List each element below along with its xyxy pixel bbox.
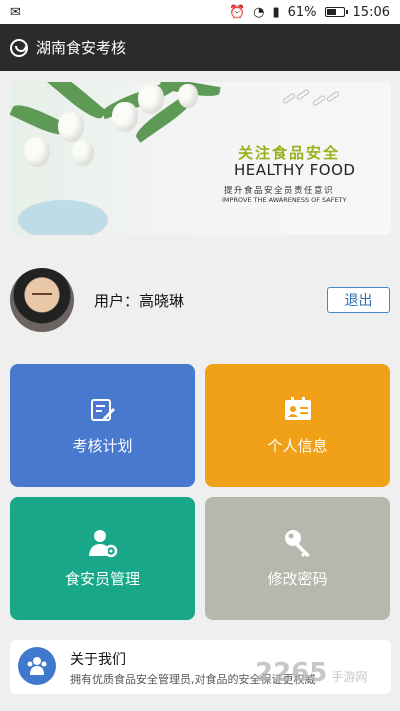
status-bar: ✉ ⏰ ◔ ▮ 61% 15:06 xyxy=(0,0,400,24)
tile-label: 个人信息 xyxy=(267,437,328,455)
tile-staff-management[interactable]: 食安员管理 xyxy=(10,497,195,620)
user-gear-icon xyxy=(88,528,118,558)
banner-subline-cn: 提升食品安全员责任意识 xyxy=(224,186,335,196)
clipboard-edit-icon xyxy=(88,395,118,425)
status-bar-right: ⏰ ◔ ▮ 61% 15:06 xyxy=(229,5,390,20)
battery-percent: 61% xyxy=(287,4,317,20)
banner-image[interactable]: 关注食品安全 HEALTHY FOOD 提升食品安全员责任意识 IMPROVE … xyxy=(10,82,391,235)
app-title: 湖南食安考核 xyxy=(36,39,127,57)
watermark-suffix: 手游网 xyxy=(331,670,368,684)
tulip-decoration xyxy=(112,102,138,132)
tile-label: 食安员管理 xyxy=(64,570,140,588)
tile-exam-plan[interactable]: 考核计划 xyxy=(10,364,195,487)
watermark-logo: 2265 手游网 xyxy=(255,658,367,688)
user-name: 用户：高晓琳 xyxy=(94,292,185,310)
paperclip-icon xyxy=(325,90,341,103)
tulip-decoration xyxy=(178,84,198,108)
about-users-icon xyxy=(18,647,56,685)
avatar xyxy=(10,268,74,332)
tile-label: 考核计划 xyxy=(72,437,133,455)
banner-subline-en: IMPROVE THE AWARENESS OF SAFETY xyxy=(222,196,347,204)
banner-headline-cn: 关注食品安全 xyxy=(238,144,341,162)
watermark-number: 2265 xyxy=(255,658,328,688)
clock: 15:06 xyxy=(352,4,390,20)
tile-label: 修改密码 xyxy=(267,570,328,588)
paperclip-icon xyxy=(281,92,297,105)
glasses-decoration xyxy=(32,293,52,299)
tile-personal-info[interactable]: 个人信息 xyxy=(205,364,390,487)
about-title: 关于我们 xyxy=(70,652,126,668)
battery-fill xyxy=(326,9,336,15)
tulip-decoration xyxy=(138,84,164,114)
tulip-decoration xyxy=(72,140,94,166)
id-card-icon xyxy=(283,395,313,425)
tile-change-password[interactable]: 修改密码 xyxy=(205,497,390,620)
alarm-icon: ⏰ xyxy=(228,4,246,20)
paperclip-icon xyxy=(311,94,327,107)
key-icon xyxy=(283,528,313,558)
tulip-decoration xyxy=(24,137,50,167)
notification-icon: ✉ xyxy=(10,4,21,20)
logout-button[interactable]: 退出 xyxy=(327,287,390,313)
signal-icon: ▮ xyxy=(272,4,280,20)
app-logo-icon xyxy=(10,38,28,57)
paperclips-decoration xyxy=(281,88,342,108)
paperclip-icon xyxy=(295,88,311,101)
tulip-decoration xyxy=(58,112,84,142)
bowl-decoration xyxy=(18,200,108,235)
wifi-icon: ◔ xyxy=(253,4,265,20)
banner-headline-en: HEALTHY FOOD xyxy=(234,161,356,179)
app-bar: 湖南食安考核 xyxy=(0,24,400,71)
user-section: 用户：高晓琳 退出 xyxy=(0,268,400,332)
battery-icon xyxy=(324,7,348,17)
